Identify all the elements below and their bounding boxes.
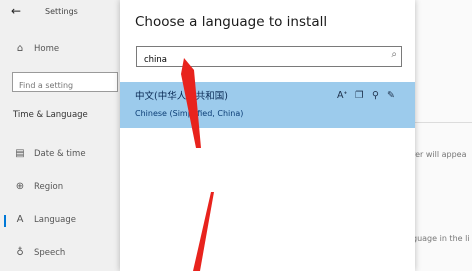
display-language-icon: ❐	[355, 90, 364, 101]
handwriting-icon: ✎	[387, 90, 395, 101]
globe-icon: ⊕	[15, 181, 25, 192]
language-result-item[interactable]: 中文(中华人民共和国) Chinese (Simplified, China) …	[120, 82, 415, 128]
home-icon: ⌂	[16, 43, 24, 54]
text-to-speech-icon: Aᐩ	[337, 90, 348, 101]
title-bar: ← Settings	[0, 0, 120, 26]
background-text: guage in the li	[412, 234, 470, 243]
settings-sidebar: ← Settings ⌂ Home Time & Language ▤ Date…	[0, 0, 121, 271]
sidebar-item-label: Date & time	[34, 149, 86, 159]
calendar-icon: ▤	[15, 148, 25, 159]
back-arrow-icon[interactable]: ←	[11, 4, 21, 18]
sidebar-item-label: Language	[34, 215, 76, 225]
section-title: Time & Language	[13, 110, 88, 120]
language-english-name: Chinese (Simplified, China)	[135, 109, 244, 118]
dialog-title: Choose a language to install	[135, 14, 328, 30]
sidebar-item-region[interactable]: ⊕ Region	[0, 178, 120, 198]
settings-content-background	[415, 0, 472, 271]
search-icon[interactable]: ⌕	[391, 49, 397, 60]
speech-recognition-icon: ⚲	[372, 90, 379, 101]
sidebar-item-label: Speech	[34, 248, 66, 258]
sidebar-item-label: Home	[34, 44, 60, 54]
divider	[415, 122, 472, 123]
find-setting-input[interactable]	[13, 75, 121, 96]
background-text: rer will appea	[412, 150, 467, 159]
window-title: Settings	[45, 7, 78, 16]
find-setting-box[interactable]	[12, 72, 121, 96]
language-install-dialog: Choose a language to install ⌕ 中文(中华人民共和…	[120, 0, 415, 271]
language-native-name: 中文(中华人民共和国)	[135, 91, 228, 102]
sidebar-item-label: Region	[34, 182, 64, 192]
sidebar-item-speech[interactable]: ♁ Speech	[0, 244, 120, 264]
language-search-box[interactable]: ⌕	[136, 46, 402, 71]
sidebar-item-language[interactable]: A Language	[0, 211, 120, 231]
sidebar-item-home[interactable]: ⌂ Home	[0, 40, 120, 60]
microphone-icon: ♁	[16, 247, 24, 258]
language-icon: A	[16, 214, 24, 225]
sidebar-item-date-time[interactable]: ▤ Date & time	[0, 145, 120, 165]
language-search-input[interactable]	[137, 49, 386, 71]
